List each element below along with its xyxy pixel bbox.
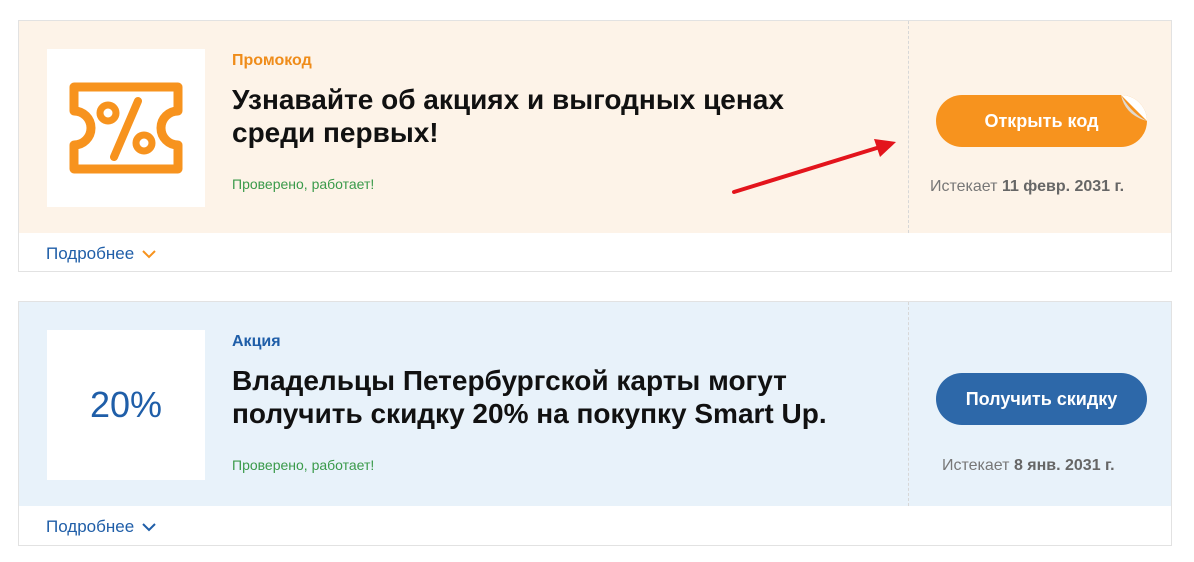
open-code-button[interactable]: Открыть код	[936, 95, 1147, 147]
offer-logo	[47, 49, 205, 207]
chevron-down-icon	[142, 249, 156, 258]
expiry-text: Истекает 11 февр. 2031 г.	[930, 178, 1124, 196]
offer-type-label: Акция	[232, 333, 281, 350]
get-discount-button-label: Получить скидку	[965, 388, 1118, 409]
get-discount-button[interactable]: Получить скидку	[936, 373, 1147, 425]
expiry-prefix: Истекает	[942, 457, 1014, 474]
offer-type-label: Промокод	[232, 52, 312, 69]
offer-card-body: Промокод Узнавайте об акциях и выгодных …	[19, 21, 1171, 233]
offer-logo: 20%	[47, 330, 205, 480]
corner-peel-icon	[1121, 95, 1147, 121]
expiry-date: 11 февр. 2031 г.	[1001, 178, 1125, 195]
chevron-down-icon	[142, 522, 156, 531]
details-toggle[interactable]: Подробнее	[46, 244, 156, 264]
verified-status: Проверено, работает!	[232, 457, 375, 473]
offer-title: Узнавайте об акциях и выгодных ценах сре…	[232, 84, 784, 148]
dashed-divider	[908, 302, 909, 506]
expiry-text: Истекает 8 янв. 2031 г.	[942, 457, 1115, 475]
discount-logo-text: 20%	[89, 384, 163, 425]
details-label: Подробнее	[46, 244, 135, 263]
offer-card-promocode: Промокод Узнавайте об акциях и выгодных …	[18, 20, 1172, 272]
offer-card-promotion: 20% Акция Владельцы Петербургской карты …	[18, 301, 1172, 546]
details-toggle[interactable]: Подробнее	[46, 517, 156, 537]
expiry-date: 8 янв. 2031 г.	[1013, 457, 1115, 474]
offer-card-body: 20% Акция Владельцы Петербургской карты …	[19, 302, 1171, 506]
coupon-percent-icon	[69, 82, 183, 174]
offer-title: Владельцы Петербургской карты могут полу…	[232, 365, 827, 429]
details-label: Подробнее	[46, 517, 135, 536]
expiry-prefix: Истекает	[930, 178, 1002, 195]
verified-status: Проверено, работает!	[232, 176, 375, 192]
open-code-button-label: Открыть код	[984, 110, 1099, 131]
dashed-divider	[908, 21, 909, 233]
